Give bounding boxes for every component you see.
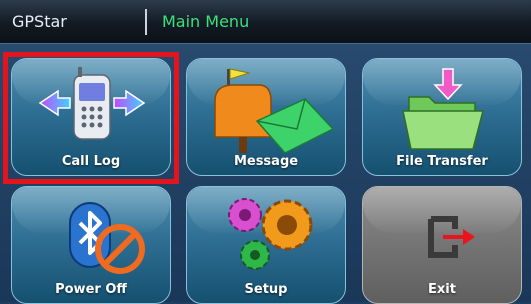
title-separator [145, 9, 147, 35]
call-log-button[interactable]: Call Log [11, 58, 171, 176]
app-title: GPStar [12, 12, 67, 31]
exit-label: Exit [428, 282, 456, 297]
message-button[interactable]: Message [186, 58, 346, 176]
message-label: Message [233, 154, 299, 169]
power-off-label: Power Off [55, 282, 127, 297]
setup-button[interactable]: Setup [186, 186, 346, 304]
screen-title: Main Menu [162, 12, 250, 31]
title-bar: GPStar Main Menu [0, 0, 531, 44]
file-transfer-label: File Transfer [396, 154, 488, 169]
setup-label: Setup [244, 282, 288, 297]
power-off-button[interactable]: Power Off [11, 186, 171, 304]
call-log-label: Call Log [61, 154, 121, 169]
file-transfer-button[interactable]: File Transfer [362, 58, 522, 176]
exit-button[interactable]: Exit [362, 186, 522, 304]
